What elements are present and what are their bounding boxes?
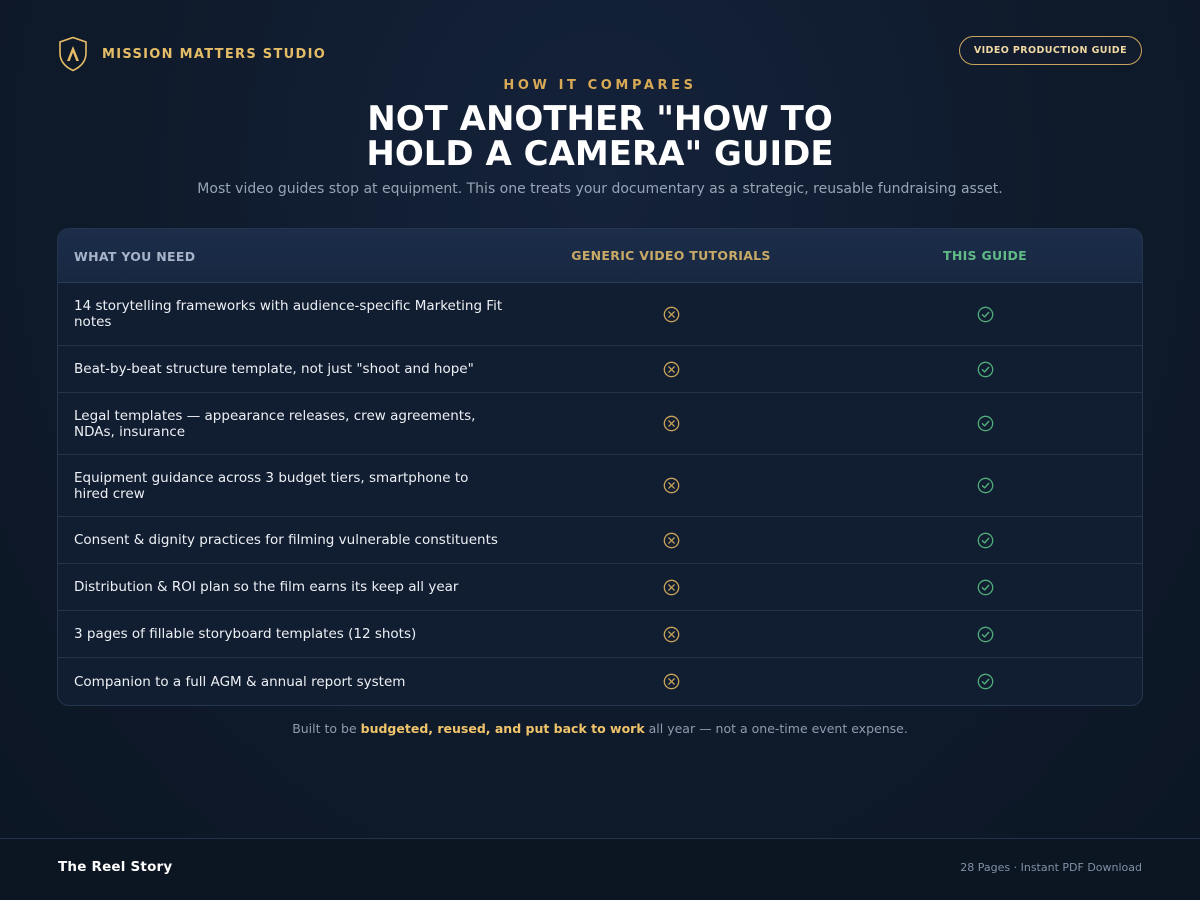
page-subtitle: Most video guides stop at equipment. Thi…: [197, 181, 1003, 197]
check-circle-icon: [977, 361, 994, 378]
x-circle-icon: [663, 579, 680, 596]
guide-badge[interactable]: VIDEO PRODUCTION GUIDE: [958, 36, 1142, 65]
x-circle-icon: [663, 415, 680, 432]
footer: The Reel Story 28 Pages · Instant PDF Do…: [0, 838, 1200, 900]
x-circle-icon: [663, 477, 680, 494]
footnote: Built to be budgeted, reused, and put ba…: [0, 721, 1200, 736]
table-row: Equipment guidance across 3 budget tiers…: [58, 454, 1142, 516]
table-header: WHAT YOU NEED GENERIC VIDEO TUTORIALS TH…: [58, 229, 1142, 283]
need-label: Beat-by-beat structure template, not jus…: [74, 361, 474, 377]
table-row: Legal templates — appearance releases, c…: [58, 392, 1142, 454]
section-eyebrow: HOW IT COMPARES: [503, 78, 697, 93]
check-circle-icon: [977, 306, 994, 323]
page: MISSION MATTERS STUDIO VIDEO PRODUCTION …: [0, 0, 1200, 900]
header-generic-tutorials: GENERIC VIDEO TUTORIALS: [571, 248, 771, 263]
table-row: Consent & dignity practices for filming …: [58, 516, 1142, 563]
check-circle-icon: [977, 532, 994, 549]
title-line-1: NOT ANOTHER "HOW TO: [367, 99, 833, 139]
brand[interactable]: MISSION MATTERS STUDIO: [58, 36, 326, 72]
need-label: Companion to a full AGM & annual report …: [74, 673, 406, 690]
need-label: Distribution & ROI plan so the film earn…: [74, 579, 459, 595]
x-circle-icon: [663, 673, 680, 690]
x-circle-icon: [663, 626, 680, 643]
title-line-2: HOLD A CAMERA" GUIDE: [366, 134, 834, 174]
footer-product-name: The Reel Story: [58, 859, 173, 875]
check-circle-icon: [977, 626, 994, 643]
need-label: 14 storytelling frameworks with audience…: [74, 298, 503, 330]
page-title: NOT ANOTHER "HOW TO HOLD A CAMERA" GUIDE: [0, 102, 1200, 172]
table-row: Companion to a full AGM & annual report …: [58, 657, 1142, 705]
footnote-highlight: budgeted, reused, and put back to work: [360, 721, 645, 736]
footnote-prefix: Built to be: [292, 721, 361, 736]
comparison-table: WHAT YOU NEED GENERIC VIDEO TUTORIALS TH…: [57, 228, 1143, 706]
check-circle-icon: [977, 477, 994, 494]
table-body: 14 storytelling frameworks with audience…: [58, 283, 1142, 705]
table-row: Beat-by-beat structure template, not jus…: [58, 345, 1142, 392]
x-circle-icon: [663, 361, 680, 378]
check-circle-icon: [977, 673, 994, 690]
brand-name: MISSION MATTERS STUDIO: [102, 46, 327, 62]
footer-details: 28 Pages · Instant PDF Download: [960, 861, 1142, 874]
need-label: 3 pages of fillable storyboard templates…: [74, 626, 417, 642]
table-row: 14 storytelling frameworks with audience…: [58, 283, 1142, 345]
shield-logo-icon: [59, 36, 87, 72]
x-circle-icon: [663, 532, 680, 549]
table-row: Distribution & ROI plan so the film earn…: [58, 563, 1142, 610]
need-label: Legal templates — appearance releases, c…: [74, 407, 476, 440]
check-circle-icon: [977, 579, 994, 596]
x-circle-icon: [663, 306, 680, 323]
need-label: Consent & dignity practices for filming …: [74, 532, 498, 548]
need-label: Equipment guidance across 3 budget tiers…: [74, 469, 469, 502]
header-this-guide: THIS GUIDE: [943, 248, 1027, 263]
table-row: 3 pages of fillable storyboard templates…: [58, 610, 1142, 657]
footnote-suffix: all year — not a one-time event expense.: [644, 721, 908, 736]
header-what-you-need: WHAT YOU NEED: [74, 249, 196, 264]
check-circle-icon: [977, 415, 994, 432]
